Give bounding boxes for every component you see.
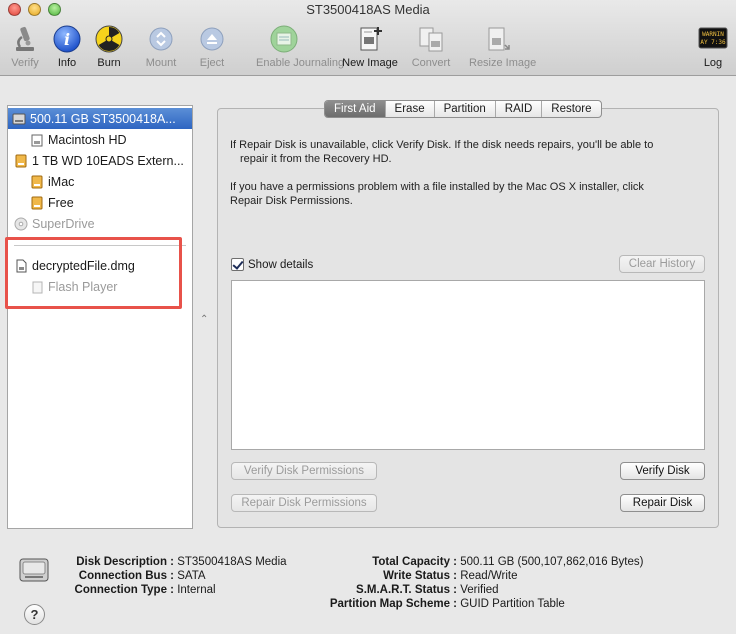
info-write-status: Write Status : Read/Write xyxy=(383,570,518,582)
verify-disk-button[interactable]: Verify Disk xyxy=(620,462,705,480)
info-connection-type: Connection Type : Internal xyxy=(74,584,216,596)
tab-erase[interactable]: Erase xyxy=(384,101,434,117)
window-title: ST3500418AS Media xyxy=(306,2,430,17)
hard-disk-icon xyxy=(12,113,26,124)
volume-icon xyxy=(31,175,43,188)
sidebar-item-internal-disk[interactable]: 500.11 GB ST3500418A... xyxy=(8,108,192,129)
tab-first-aid[interactable]: First Aid xyxy=(325,101,385,117)
external-disk-icon xyxy=(15,154,27,167)
mount-tool[interactable]: Mount xyxy=(133,24,189,69)
eject-tool[interactable]: Eject xyxy=(184,24,240,69)
repair-disk-permissions-button[interactable]: Repair Disk Permissions xyxy=(231,494,377,512)
window-toolbar: ST3500418AS Media Verify i Info Burn Mou… xyxy=(0,0,736,76)
console-log-icon: WARNIN AY 7:36 xyxy=(698,24,728,54)
sidebar-item-free[interactable]: Free xyxy=(8,192,192,213)
clear-history-button[interactable]: Clear History xyxy=(619,255,705,273)
convert-tool[interactable]: Convert xyxy=(403,24,459,69)
highlight-annotation-box xyxy=(5,237,182,309)
resize-image-tool[interactable]: Resize Image xyxy=(469,24,536,69)
volume-icon xyxy=(31,134,43,146)
volume-icon xyxy=(31,196,43,209)
sidebar-item-external-disk[interactable]: 1 TB WD 10EADS Extern... xyxy=(8,150,192,171)
info-partition-map-scheme: Partition Map Scheme : GUID Partition Ta… xyxy=(329,598,565,610)
svg-text:AY 7:36: AY 7:36 xyxy=(700,39,726,46)
resize-image-icon xyxy=(482,24,512,54)
microscope-icon xyxy=(10,24,40,54)
checkbox-checked-icon[interactable] xyxy=(231,258,244,271)
radiation-burn-icon xyxy=(94,24,124,54)
permissions-instructions: If you have a permissions problem with a… xyxy=(230,181,644,207)
disk-info-hard-disk-icon xyxy=(17,553,51,590)
verify-disk-permissions-button[interactable]: Verify Disk Permissions xyxy=(231,462,377,480)
sidebar-item-imac[interactable]: iMac xyxy=(8,171,192,192)
burn-tool[interactable]: Burn xyxy=(81,24,137,69)
splitter-handle-icon[interactable]: ⌃ xyxy=(200,314,208,325)
repair-disk-instructions: If Repair Disk is unavailable, click Ver… xyxy=(230,139,654,165)
tab-restore[interactable]: Restore xyxy=(541,101,600,117)
tab-raid[interactable]: RAID xyxy=(494,101,541,117)
sidebar-item-superdrive[interactable]: SuperDrive xyxy=(8,213,192,234)
tab-partition[interactable]: Partition xyxy=(433,101,495,117)
help-button[interactable]: ? xyxy=(24,604,45,625)
optical-drive-icon xyxy=(14,217,28,230)
journal-icon xyxy=(269,24,299,54)
log-tool[interactable]: WARNIN AY 7:36 Log xyxy=(685,24,736,69)
info-icon: i xyxy=(52,24,82,54)
new-image-icon xyxy=(355,24,385,54)
tab-bar: First Aid Erase Partition RAID Restore xyxy=(324,100,602,118)
sidebar-item-macintosh-hd[interactable]: Macintosh HD xyxy=(8,129,192,150)
disk-list-sidebar[interactable]: 500.11 GB ST3500418A... Macintosh HD 1 T… xyxy=(7,105,193,529)
show-details-checkbox[interactable]: Show details xyxy=(231,258,313,271)
details-log-area[interactable] xyxy=(231,280,705,450)
info-total-capacity: Total Capacity : 500.11 GB (500,107,862,… xyxy=(372,556,644,568)
info-smart-status: S.M.A.R.T. Status : Verified xyxy=(356,584,499,596)
convert-icon xyxy=(416,24,446,54)
info-disk-description: Disk Description : ST3500418AS Media xyxy=(76,556,287,568)
svg-text:WARNIN: WARNIN xyxy=(702,31,724,38)
info-connection-bus: Connection Bus : SATA xyxy=(78,570,206,582)
repair-disk-button[interactable]: Repair Disk xyxy=(620,494,705,512)
enable-journaling-tool[interactable]: Enable Journaling xyxy=(256,24,344,69)
eject-icon xyxy=(197,24,227,54)
svg-text:i: i xyxy=(64,30,70,49)
new-image-tool[interactable]: New Image xyxy=(342,24,398,69)
mount-icon xyxy=(146,24,176,54)
